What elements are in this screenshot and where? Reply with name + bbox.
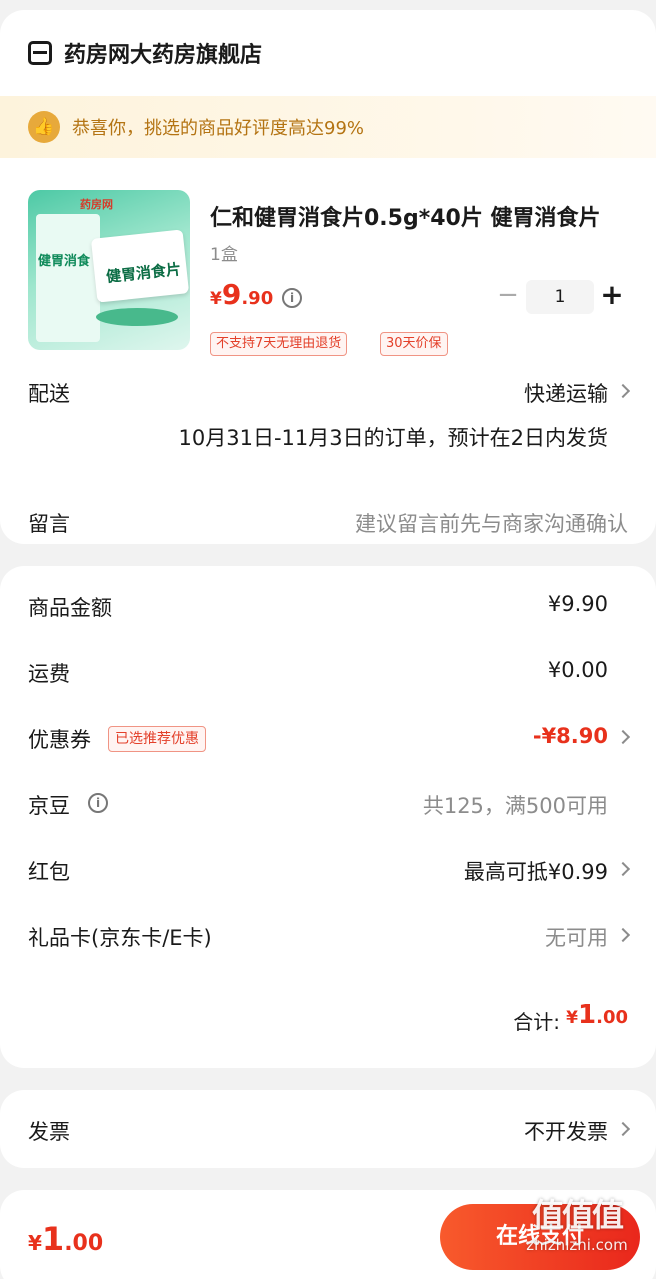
delivery-chevron-icon[interactable]	[615, 383, 631, 399]
message-label: 留言	[28, 512, 70, 536]
product-image-base	[96, 308, 178, 326]
amount-card: 商品金额 ¥9.90 运费 ¥0.00 优惠券 已选推荐优惠 -¥8.90 京豆…	[0, 566, 656, 1068]
bottom-integer: 1	[41, 1220, 65, 1258]
total-label: 合计:	[513, 1010, 560, 1034]
tag-no-return: 不支持7天无理由退货	[210, 332, 348, 356]
bottom-currency: ¥	[28, 1231, 42, 1255]
total-value: ¥1.00	[566, 1000, 628, 1030]
gift-card-chevron-icon[interactable]	[615, 927, 631, 943]
invoice-chevron-icon[interactable]	[615, 1121, 631, 1137]
tag-price-protect: 30天价保	[380, 332, 448, 356]
total-decimal: .00	[596, 1007, 628, 1028]
store-name[interactable]: 药房网大药房旗舰店	[64, 37, 262, 69]
total-integer: 1	[578, 1000, 597, 1030]
jingdou-info-icon[interactable]: i	[88, 793, 108, 813]
total-currency: ¥	[566, 1008, 579, 1028]
quantity-input[interactable]: 1	[526, 280, 594, 314]
product-image[interactable]: 药房网 健胃消食 健胃消食片	[28, 190, 190, 350]
bottom-total: ¥1.00	[28, 1220, 103, 1258]
delivery-label: 配送	[28, 382, 70, 406]
product-spec: 1盒	[210, 245, 238, 265]
message-input[interactable]: 建议留言前先与商家沟通确认	[355, 508, 628, 538]
gift-card-value[interactable]: 无可用	[545, 922, 608, 952]
delivery-note: 10月31日-11月3日的订单，预计在2日内发货	[178, 426, 608, 450]
invoice-card[interactable]: 发票 不开发票	[0, 1090, 656, 1168]
goods-amount-label: 商品金额	[28, 596, 112, 620]
red-packet-label: 红包	[28, 860, 70, 884]
quantity-plus-button[interactable]: +	[598, 278, 626, 312]
praise-banner: 👍 恭喜你，挑选的商品好评度高达99%	[0, 96, 656, 158]
bottom-decimal: .00	[64, 1231, 104, 1256]
store-header[interactable]: 药房网大药房旗舰店	[0, 10, 656, 96]
gift-card-label: 礼品卡(京东卡/E卡)	[28, 926, 212, 950]
product-image-box	[36, 214, 100, 342]
shipping-label: 运费	[28, 662, 70, 686]
quantity-minus-button[interactable]: −	[496, 280, 520, 310]
product-price: ¥9.90	[210, 278, 273, 311]
jingdou-value: 共125，满500可用	[422, 794, 608, 818]
price-info-icon[interactable]: i	[282, 288, 302, 308]
coupon-chevron-icon[interactable]	[615, 729, 631, 745]
goods-amount-value: ¥9.90	[547, 592, 608, 616]
jingdou-label: 京豆	[28, 794, 70, 818]
watermark-url: zhizhizhi.com	[526, 1236, 628, 1254]
red-packet-chevron-icon[interactable]	[615, 861, 631, 877]
price-integer: 9	[221, 278, 242, 311]
price-currency: ¥	[210, 289, 222, 309]
store-card: 药房网大药房旗舰店 👍 恭喜你，挑选的商品好评度高达99% 药房网 健胃消食 健…	[0, 10, 656, 544]
product-image-brand: 药房网	[80, 198, 113, 211]
watermark: 值值值 zhizhizhi.com	[518, 1190, 636, 1272]
coupon-value[interactable]: -¥8.90	[533, 724, 608, 748]
red-packet-value[interactable]: 最高可抵¥0.99	[464, 856, 608, 886]
delivery-method[interactable]: 快递运输	[524, 378, 608, 408]
invoice-value[interactable]: 不开发票	[524, 1116, 608, 1146]
price-decimal: .90	[241, 288, 274, 309]
coupon-tag: 已选推荐优惠	[108, 726, 206, 752]
product-title[interactable]: 仁和健胃消食片0.5g*40片 健胃消食片	[210, 200, 630, 232]
product-image-box-title: 健胃消食	[38, 254, 91, 269]
invoice-label: 发票	[28, 1120, 70, 1144]
shipping-value: ¥0.00	[547, 658, 608, 682]
watermark-logo: 值值值	[531, 1196, 624, 1234]
thumbs-up-icon: 👍	[28, 111, 60, 143]
store-icon	[28, 41, 52, 65]
coupon-label: 优惠券	[28, 728, 91, 752]
praise-text: 恭喜你，挑选的商品好评度高达99%	[72, 118, 365, 139]
